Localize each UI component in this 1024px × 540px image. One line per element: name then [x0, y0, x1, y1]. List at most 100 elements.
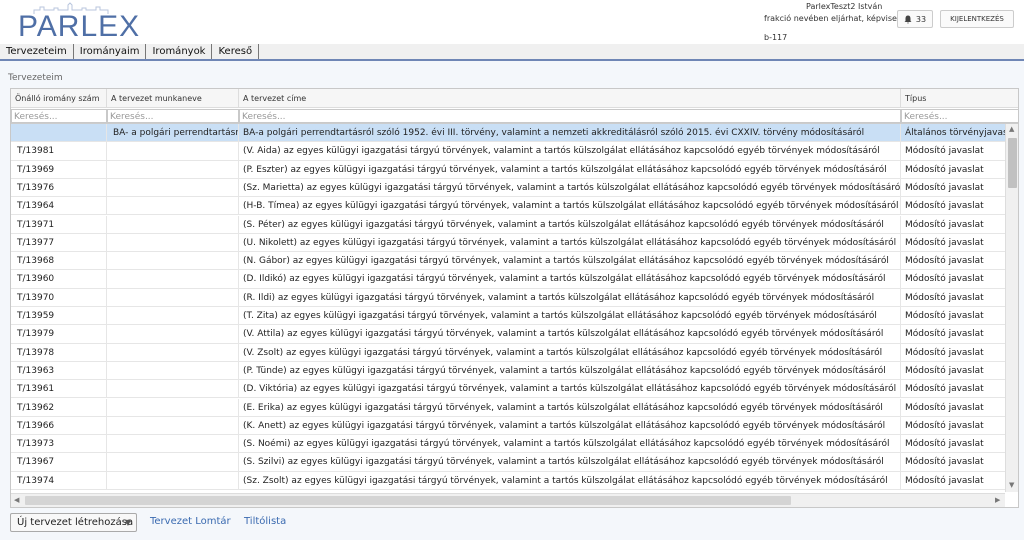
scroll-up-icon[interactable]: ▲	[1009, 125, 1014, 133]
table-row[interactable]: T/13964 (H-B. Tímea) az egyes külügyi iga…	[11, 197, 1005, 216]
cell-type: Módosító javaslat	[905, 439, 984, 450]
table-body: BA- a polgári perrendtartásról BA-a polg…	[11, 124, 1005, 492]
logout-button[interactable]: KIJELENTKEZÉS	[940, 10, 1014, 28]
cell-number: T/13974	[11, 471, 107, 490]
cell-type: Módosító javaslat	[905, 182, 984, 193]
user-name: ParlexTeszt2 István	[806, 2, 883, 11]
table-row[interactable]: T/13962 (E. Erika) az egyes külügyi igazg…	[11, 398, 1005, 417]
cell-type: Módosító javaslat	[905, 420, 984, 431]
filter-input-number[interactable]: Keresés...	[11, 109, 107, 123]
cell-number: T/13978	[11, 343, 107, 362]
table-row[interactable]: T/13974 (Sz. Zsolt) az egyes külügyi igaz…	[11, 471, 1005, 490]
cell-workname	[107, 197, 239, 216]
menu-item-iromanyok[interactable]: Irományok	[146, 44, 213, 59]
cell-number: T/13962	[11, 398, 107, 417]
create-draft-label: Új tervezet létrehozása	[17, 517, 134, 528]
cell-title: (P. Eszter) az egyes külügyi igazgatási …	[239, 160, 901, 179]
table-row[interactable]: T/13968 (N. Gábor) az egyes külügyi igazg…	[11, 252, 1005, 271]
cell-workname	[107, 398, 239, 417]
draft-archive-link[interactable]: Tervezet Lomtár	[150, 516, 231, 527]
cell-workname	[107, 252, 239, 271]
filter-row: Keresés... Keresés... Keresés... Keresés…	[11, 108, 1018, 124]
user-role: frakció nevében eljárhat, képviselő	[764, 14, 905, 23]
cell-type: Módosító javaslat	[905, 347, 984, 358]
table-row[interactable]: T/13977 (U. Nikolett) az egyes külügyi ig…	[11, 233, 1005, 253]
table-row[interactable]: T/13961 (D. Viktória) az egyes külügyi ig…	[11, 380, 1005, 399]
cell-number: T/13973	[11, 435, 107, 454]
cell-type: Módosító javaslat	[905, 164, 984, 175]
table-row[interactable]: T/13973 (S. Noémi) az egyes külügyi igazg…	[11, 435, 1005, 454]
cell-title: BA-a polgári perrendtartásról szóló 1952…	[239, 124, 901, 142]
menu-item-kereso[interactable]: Kereső	[212, 44, 260, 59]
cell-number: T/13964	[11, 197, 107, 216]
table-row[interactable]: T/13981 (V. Aida) az egyes külügyi igazga…	[11, 142, 1005, 161]
table-row[interactable]: T/13979 (V. Attila) az egyes külügyi igaz…	[11, 325, 1005, 344]
cell-title: (S. Péter) az egyes külügyi igazgatási t…	[239, 215, 901, 234]
cell-title: (V. Attila) az egyes külügyi igazgatási …	[239, 325, 901, 344]
horizontal-scroll-thumb[interactable]	[25, 496, 791, 505]
cell-number: T/13967	[11, 453, 107, 472]
horizontal-scrollbar[interactable]: ◀ ▶	[11, 493, 1005, 507]
scroll-down-icon[interactable]: ▼	[1009, 481, 1014, 489]
cell-title: (N. Gábor) az egyes külügyi igazgatási t…	[239, 252, 901, 271]
create-draft-select[interactable]: Új tervezet létrehozása ▼	[10, 513, 137, 532]
cell-type: Módosító javaslat	[905, 256, 984, 267]
cell-number: T/13966	[11, 416, 107, 435]
menu-item-tervezeteim[interactable]: Tervezeteim	[0, 44, 74, 59]
table-row[interactable]: T/13978 (V. Zsolt) az egyes külügyi igazg…	[11, 343, 1005, 362]
cell-type: Módosító javaslat	[905, 274, 984, 285]
table-row[interactable]: T/13963 (P. Tünde) az egyes külügyi igazg…	[11, 361, 1005, 381]
parlex-logo[interactable]: PARLEX	[14, 2, 144, 43]
cell-number: T/13979	[11, 325, 107, 344]
table-row[interactable]: T/13976 (Sz. Marietta) az egyes külügyi i…	[11, 178, 1005, 198]
table-row[interactable]: T/13959 (T. Zita) az egyes külügyi igazga…	[11, 307, 1005, 326]
cell-title: (U. Nikolett) az egyes külügyi igazgatás…	[239, 233, 901, 252]
vertical-scroll-thumb[interactable]	[1008, 138, 1017, 188]
table-row[interactable]: T/13970 (R. Ildi) az egyes külügyi igazga…	[11, 288, 1005, 307]
scroll-left-icon[interactable]: ◀	[14, 496, 19, 504]
cell-number: T/13961	[11, 380, 107, 399]
table-row-selected[interactable]: BA- a polgári perrendtartásról BA-a polg…	[11, 124, 1005, 143]
cell-title: (Sz. Zsolt) az egyes külügyi igazgatási …	[239, 471, 901, 490]
column-header-number[interactable]: Önálló iromány szám	[11, 89, 107, 108]
cell-workname	[107, 380, 239, 399]
cell-type: Általános törvényjavaslat	[905, 128, 1005, 138]
filter-input-workname[interactable]: Keresés...	[107, 109, 239, 123]
table-row[interactable]: T/13971 (S. Péter) az egyes külügyi igazg…	[11, 215, 1005, 234]
cell-number: T/13969	[11, 160, 107, 179]
column-header-workname[interactable]: A tervezet munkaneve	[107, 89, 239, 108]
scroll-right-icon[interactable]: ▶	[995, 496, 1000, 504]
column-header-type[interactable]: Típus	[901, 89, 1018, 108]
filter-input-type[interactable]: Keresés...	[901, 109, 1018, 123]
section-title: Tervezeteim	[8, 73, 63, 83]
table-row[interactable]: T/13967 (S. Szilvi) az egyes külügyi igaz…	[11, 453, 1005, 472]
cell-type: Módosító javaslat	[905, 237, 984, 248]
logo-text: PARLEX	[18, 10, 141, 43]
notifications-button[interactable]: 33	[897, 10, 933, 28]
cell-type: Módosító javaslat	[905, 402, 984, 413]
cell-number: T/13981	[11, 142, 107, 161]
main-menu: Tervezeteim Irományaim Irományok Kereső	[0, 44, 1024, 61]
cell-workname	[107, 142, 239, 161]
cell-number: T/13976	[11, 178, 107, 197]
caret-down-icon: ▼	[124, 518, 131, 527]
cell-workname	[107, 233, 239, 252]
cell-workname	[107, 325, 239, 344]
blacklist-link[interactable]: Tiltólista	[244, 516, 286, 527]
filter-input-title[interactable]: Keresés...	[239, 109, 901, 123]
table-row[interactable]: T/13966 (K. Anett) az egyes külügyi igazg…	[11, 416, 1005, 436]
table-row[interactable]: T/13969 (P. Eszter) az egyes külügyi igaz…	[11, 160, 1005, 179]
cell-title: (D. Viktória) az egyes külügyi igazgatás…	[239, 380, 901, 399]
cell-type: Módosító javaslat	[905, 365, 984, 376]
table-row[interactable]: T/13960 (D. Ildikó) az egyes külügyi igaz…	[11, 270, 1005, 289]
cell-title: (Sz. Marietta) az egyes külügyi igazgatá…	[239, 178, 901, 197]
column-header-title[interactable]: A tervezet címe	[239, 89, 901, 108]
cell-workname	[107, 435, 239, 454]
vertical-scrollbar[interactable]: ▲ ▼	[1005, 124, 1018, 492]
cell-workname	[107, 288, 239, 307]
table-header: Önálló iromány szám A tervezet munkaneve…	[11, 89, 1018, 108]
menu-item-iromanyaim[interactable]: Irományaim	[74, 44, 147, 59]
notification-count: 33	[915, 14, 927, 24]
cell-title: (K. Anett) az egyes külügyi igazgatási t…	[239, 416, 901, 435]
cell-workname	[107, 160, 239, 179]
